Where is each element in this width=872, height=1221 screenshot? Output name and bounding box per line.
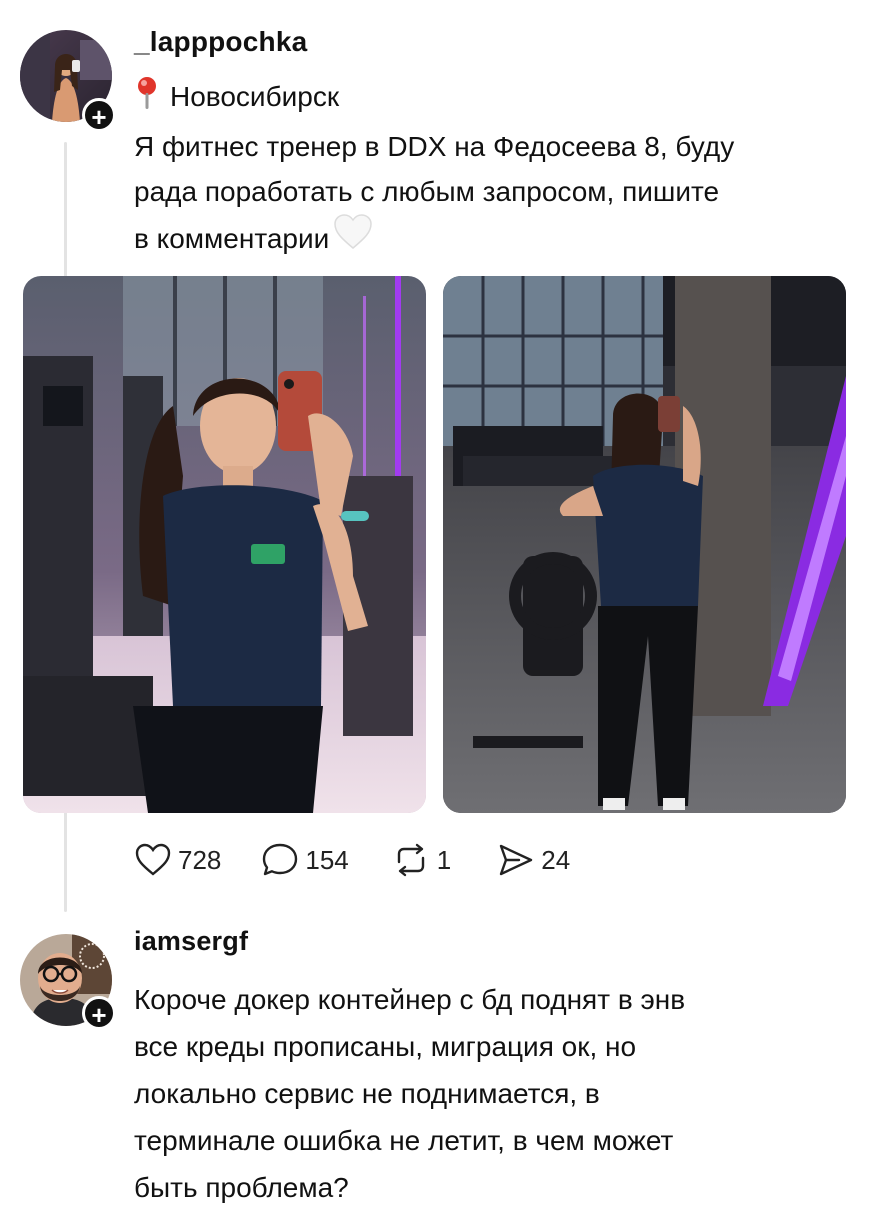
repost-count: 1 (436, 844, 452, 875)
repost-button[interactable]: 1 (391, 842, 451, 878)
comment-text-line: локально сервис не поднимается, в (134, 1078, 600, 1109)
comment-text-line: быть проблема? (134, 1172, 349, 1203)
comment-bubble-icon (261, 842, 299, 878)
repost-icon (391, 842, 431, 878)
pin-icon (134, 76, 160, 117)
share-count: 24 (541, 844, 571, 875)
like-button[interactable]: 728 (134, 843, 221, 877)
post-location[interactable]: Новосибирск (134, 76, 339, 117)
post-actions: 728 154 1 24 (134, 842, 570, 878)
post-photo-2[interactable] (443, 276, 846, 813)
post-text-line: в комментарии (134, 223, 330, 254)
comment-button[interactable]: 154 (261, 842, 349, 878)
location-label: Новосибирск (170, 80, 340, 112)
like-count: 728 (178, 844, 222, 875)
follow-plus-button[interactable]: + (82, 98, 116, 132)
post-text-line: рада поработать с любым запросом, пишите (134, 176, 720, 207)
share-button[interactable]: 24 (497, 842, 570, 878)
comment-text: Короче докер контейнер с бд поднят в энв… (134, 976, 854, 1211)
comment-count: 154 (305, 844, 349, 875)
post-text: Я фитнес тренер в DDX на Федосеева 8, бу… (134, 124, 734, 263)
comment-text-line: терминале ошибка не летит, в чем может (134, 1125, 674, 1156)
send-icon (497, 842, 535, 878)
comment-text-line: Короче докер контейнер с бд поднят в энв (134, 984, 686, 1015)
post-username[interactable]: _lapppochka (134, 26, 307, 58)
comment-username[interactable]: iamsergf (134, 926, 248, 957)
heart-icon (134, 843, 172, 877)
post-text-line: Я фитнес тренер в DDX на Федосеева 8, бу… (134, 131, 735, 162)
post-photo-1[interactable] (23, 276, 426, 813)
white-heart-icon (333, 214, 373, 263)
comment-text-line: все креды прописаны, миграция ок, но (134, 1031, 637, 1062)
follow-plus-button[interactable]: + (82, 996, 116, 1030)
